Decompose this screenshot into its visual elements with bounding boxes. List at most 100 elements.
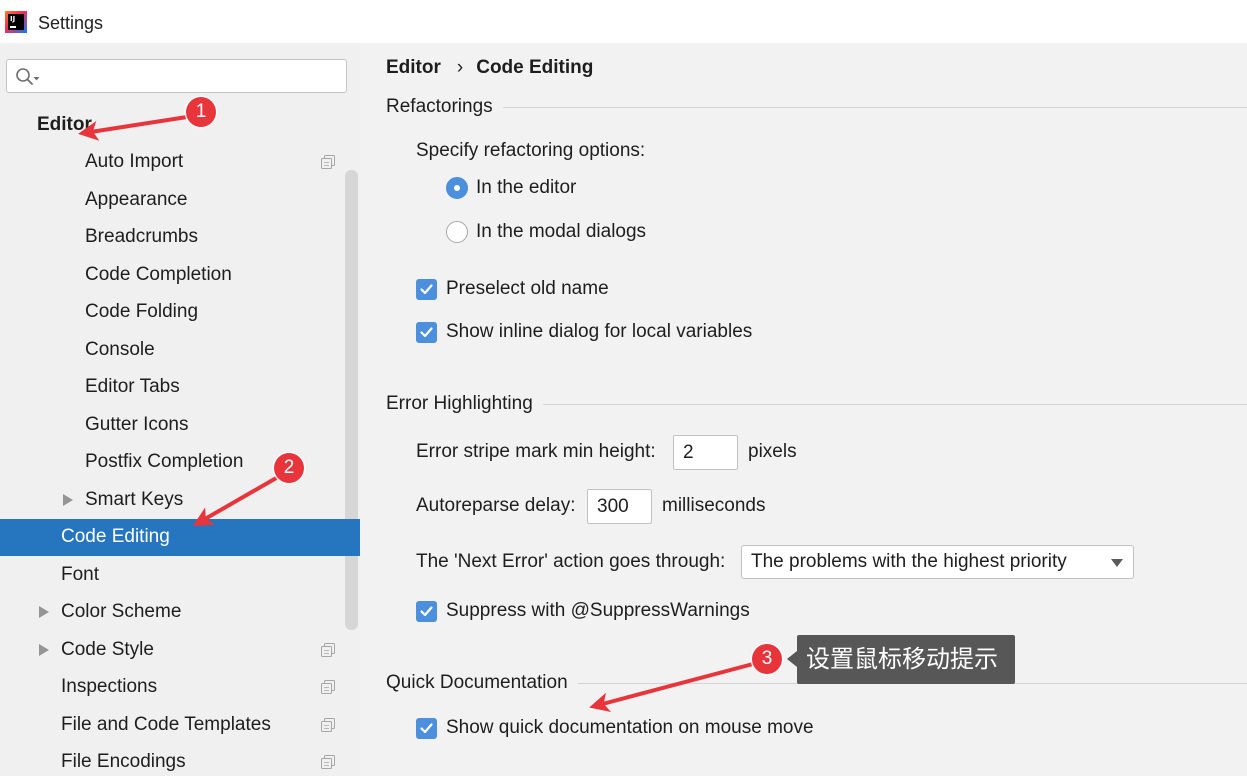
- annotation-marker-2: 2: [274, 453, 304, 483]
- title-bar: IJ Settings: [0, 0, 1247, 43]
- sidebar-item-label: Editor: [37, 113, 92, 135]
- radio-label[interactable]: In the modal dialogs: [476, 221, 646, 243]
- sidebar-item-editor-tabs[interactable]: Editor Tabs: [0, 369, 360, 407]
- sidebar-item-postfix-completion[interactable]: Postfix Completion: [0, 444, 360, 482]
- sidebar-item-label: Gutter Icons: [85, 413, 189, 435]
- sidebar-item-file-encodings[interactable]: File Encodings: [0, 744, 360, 776]
- sidebar-item-smart-keys[interactable]: Smart Keys: [0, 481, 360, 519]
- expand-arrow-icon[interactable]: [63, 493, 73, 506]
- project-scope-icon: [320, 679, 336, 695]
- sidebar-item-label: File Encodings: [61, 751, 186, 773]
- sidebar-item-label: Code Editing: [61, 526, 170, 548]
- intellij-logo-icon: IJ: [5, 11, 27, 33]
- sidebar-item-label: Font: [61, 563, 100, 585]
- sidebar-item-font[interactable]: Font: [0, 556, 360, 594]
- section-error-highlighting: Error Highlighting: [386, 392, 1247, 416]
- expand-arrow-icon[interactable]: [39, 643, 49, 656]
- sidebar-item-label: Auto Import: [85, 151, 184, 173]
- breadcrumb: Editor › Code Editing: [386, 56, 593, 80]
- sidebar-item-editor[interactable]: Editor: [0, 106, 360, 144]
- autoreparse-unit: milliseconds: [662, 495, 766, 516]
- stripe-mark-unit: pixels: [748, 441, 797, 462]
- sidebar-item-label: Breadcrumbs: [85, 226, 198, 248]
- section-title: Error Highlighting: [386, 393, 533, 414]
- radio-in-the-editor[interactable]: In the editor: [446, 176, 576, 200]
- checkbox[interactable]: [416, 717, 437, 739]
- check-icon: [420, 605, 433, 616]
- checkbox-label[interactable]: Show quick documentation on mouse move: [446, 717, 814, 739]
- checkbox[interactable]: [416, 321, 437, 343]
- search-icon[interactable]: [14, 66, 42, 93]
- radio-button[interactable]: [446, 221, 468, 243]
- sidebar-item-inspections[interactable]: Inspections: [0, 669, 360, 707]
- sidebar-item-code-completion[interactable]: Code Completion: [0, 256, 360, 294]
- checkbox[interactable]: [416, 600, 437, 622]
- settings-sidebar: Editor Auto Import Appearance Breadcrumb…: [0, 43, 360, 776]
- stripe-mark-input[interactable]: [673, 435, 738, 470]
- breadcrumb-separator: ›: [456, 57, 464, 78]
- sidebar-item-auto-import[interactable]: Auto Import: [0, 144, 360, 182]
- expand-arrow-icon[interactable]: [39, 606, 49, 619]
- autoreparse-input[interactable]: [587, 489, 652, 524]
- refactoring-options-label: Specify refactoring options:: [416, 140, 646, 161]
- sidebar-item-label: Appearance: [85, 188, 188, 210]
- radio-button[interactable]: [446, 177, 468, 199]
- radio-label[interactable]: In the editor: [476, 177, 576, 199]
- stripe-mark-label: Error stripe mark min height:: [416, 441, 656, 462]
- next-error-label: The 'Next Error' action goes through:: [416, 551, 726, 572]
- breadcrumb-item-editor[interactable]: Editor: [386, 56, 441, 80]
- section-divider: [542, 403, 1247, 405]
- sidebar-item-label: Code Completion: [85, 263, 232, 285]
- sidebar-item-code-style[interactable]: Code Style: [0, 631, 360, 669]
- sidebar-item-label: Smart Keys: [85, 488, 184, 510]
- sidebar-item-label: File and Code Templates: [61, 713, 271, 735]
- autoreparse-label: Autoreparse delay:: [416, 495, 576, 516]
- check-icon: [420, 283, 433, 294]
- sidebar-item-label: Postfix Completion: [85, 451, 244, 473]
- dropdown-selected-value[interactable]: The problems with the highest priority: [751, 550, 1067, 574]
- sidebar-item-label: Console: [85, 338, 155, 360]
- sidebar-item-appearance[interactable]: Appearance: [0, 181, 360, 219]
- project-scope-icon: [320, 717, 336, 733]
- annotation-marker-1: 1: [186, 97, 216, 127]
- checkbox[interactable]: [416, 278, 437, 300]
- project-scope-icon: [320, 642, 336, 658]
- sidebar-item-code-folding[interactable]: Code Folding: [0, 294, 360, 332]
- sidebar-item-gutter-icons[interactable]: Gutter Icons: [0, 406, 360, 444]
- sidebar-item-label: Code Style: [61, 638, 154, 660]
- logo-text: IJ: [10, 15, 16, 23]
- annotation-tooltip: 设置鼠标移动提示: [797, 635, 1015, 684]
- sidebar-item-label: Editor Tabs: [85, 376, 180, 398]
- sidebar-item-console[interactable]: Console: [0, 331, 360, 369]
- chevron-down-icon[interactable]: [1111, 559, 1123, 567]
- radio-in-the-modal-dialogs[interactable]: In the modal dialogs: [446, 220, 646, 244]
- sidebar-item-label: Code Folding: [85, 301, 199, 323]
- checkbox-label[interactable]: Preselect old name: [446, 278, 609, 300]
- search-box[interactable]: [6, 59, 347, 93]
- sidebar-item-label: Inspections: [61, 676, 158, 698]
- annotation-tooltip-pointer: [787, 651, 797, 667]
- section-refactorings: Refactorings: [386, 95, 1247, 119]
- project-scope-icon: [320, 154, 336, 170]
- check-icon: [420, 326, 433, 337]
- project-scope-icon: [320, 754, 336, 770]
- section-divider: [502, 106, 1247, 108]
- checkbox-show-quick-doc-on-mouse-move[interactable]: Show quick documentation on mouse move: [416, 716, 814, 740]
- breadcrumb-item-code-editing: Code Editing: [476, 57, 594, 78]
- checkbox-preselect-old-name[interactable]: Preselect old name: [416, 277, 609, 301]
- check-icon: [420, 722, 433, 733]
- checkbox-show-inline-dialog[interactable]: Show inline dialog for local variables: [416, 320, 752, 344]
- sidebar-item-color-scheme[interactable]: Color Scheme: [0, 594, 360, 632]
- sidebar-item-breadcrumbs[interactable]: Breadcrumbs: [0, 219, 360, 257]
- checkbox-label[interactable]: Show inline dialog for local variables: [446, 321, 752, 343]
- sidebar-item-file-and-code-templates[interactable]: File and Code Templates: [0, 706, 360, 744]
- checkbox-label[interactable]: Suppress with @SuppressWarnings: [446, 600, 750, 622]
- next-error-dropdown[interactable]: The problems with the highest priority: [741, 545, 1134, 579]
- sidebar-item-code-editing[interactable]: Code Editing: [0, 518, 360, 556]
- sidebar-item-label: Color Scheme: [61, 601, 182, 623]
- search-input[interactable]: [47, 64, 337, 88]
- checkbox-suppress-warnings[interactable]: Suppress with @SuppressWarnings: [416, 599, 750, 623]
- section-title: Refactorings: [386, 96, 493, 117]
- settings-tree: Editor Auto Import Appearance Breadcrumb…: [0, 106, 360, 776]
- annotation-marker-3: 3: [752, 644, 782, 674]
